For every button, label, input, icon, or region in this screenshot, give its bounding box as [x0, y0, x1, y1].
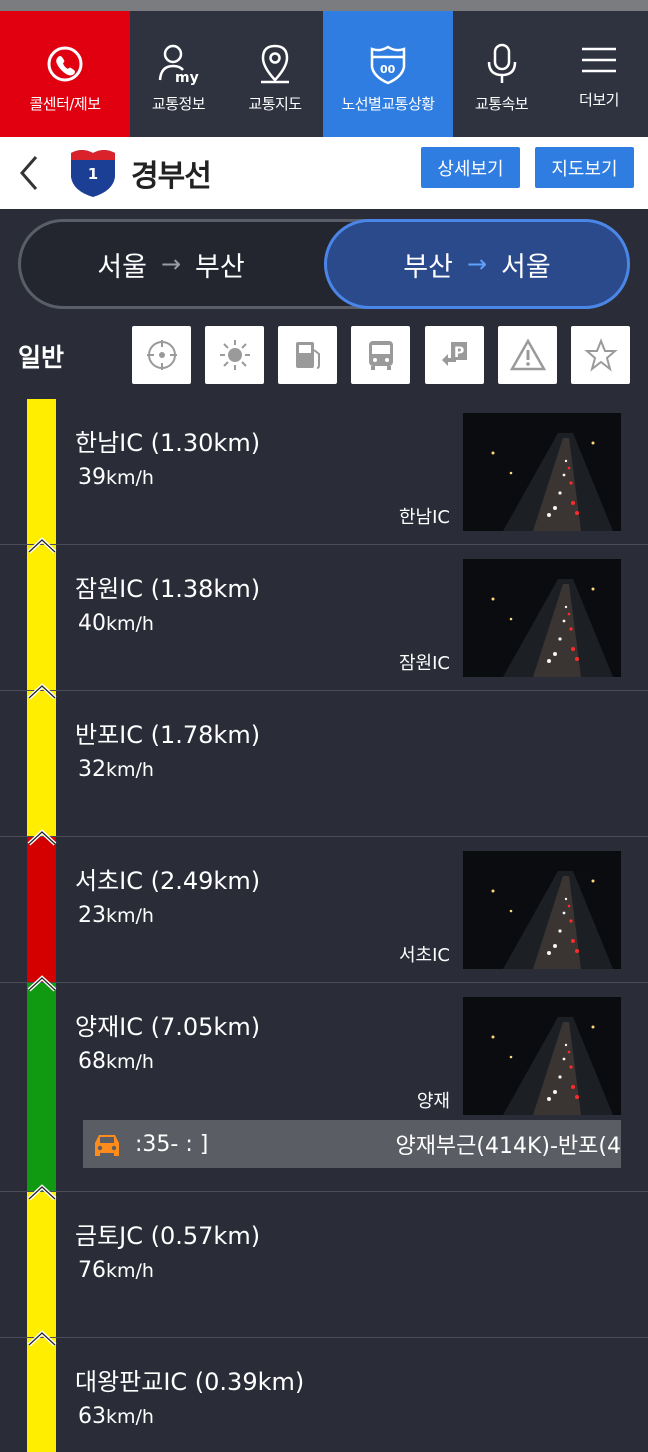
chevron-up-icon [27, 1184, 57, 1201]
incident-banner[interactable]: :35- : ] 양재부근(414K)-반포(4 [83, 1120, 621, 1168]
incident-time: :35- : ] [135, 1131, 209, 1157]
star-icon [583, 338, 618, 372]
cctv-thumbnail[interactable] [463, 851, 621, 969]
traffic-status-bar [27, 983, 56, 1191]
svg-text:00: 00 [380, 63, 396, 76]
cctv-thumbnail[interactable] [463, 997, 621, 1115]
warning-icon [509, 338, 546, 371]
back-arrow-icon[interactable] [14, 151, 44, 195]
status-bar [0, 0, 648, 11]
phone-icon [46, 39, 84, 89]
cctv-thumbnail[interactable] [463, 413, 621, 531]
segment-row[interactable]: 양재IC (7.05km) 68km/h 양재 :35- : ] 양재부근(414K)-… [0, 983, 648, 1201]
location-filter-button[interactable] [132, 326, 191, 384]
cctv-label: 한남IC [399, 507, 450, 528]
segment-name: 대왕판교IC (0.39km) [75, 1368, 305, 1396]
cctv-label: 서초IC [399, 945, 450, 966]
favorite-filter-button[interactable] [571, 326, 630, 384]
weather-sun-icon [219, 340, 250, 370]
cctv-label: 양재 [416, 1091, 450, 1112]
location-target-icon [146, 340, 177, 370]
nav-more[interactable]: 더보기 [550, 11, 648, 137]
map-pin-icon [255, 39, 295, 89]
traffic-status-bar [27, 1192, 56, 1337]
chevron-up-icon [27, 1330, 57, 1347]
segment-row[interactable]: 금토JC (0.57km) 76km/h [0, 1192, 648, 1347]
chevron-up-icon [27, 975, 57, 992]
segment-speed: 40km/h [78, 611, 154, 636]
traffic-status-bar [27, 545, 56, 690]
car-icon [95, 1135, 119, 1156]
segment-speed: 63km/h [78, 1404, 154, 1429]
weather-filter-button[interactable] [205, 326, 264, 384]
nav-route-traffic[interactable]: 00 노선별교통상황 [323, 11, 453, 137]
direction-busan-seoul[interactable]: 부산 → 서울 [324, 219, 630, 309]
segment-row[interactable]: 한남IC (1.30km) 39km/h 한남IC [0, 399, 648, 554]
segment-row[interactable]: 서초IC (2.49km) 23km/h 서초IC [0, 837, 648, 992]
route-header: 1 경부선 상세보기 지도보기 [0, 137, 648, 209]
segment-speed: 32km/h [78, 757, 154, 782]
segment-name: 한남IC (1.30km) [75, 429, 261, 457]
segment-speed: 23km/h [78, 903, 154, 928]
segment-list: 한남IC (1.30km) 39km/h 한남IC 잠원IC (1.38km) 40km… [0, 399, 648, 1452]
cctv-label: 잠원IC [399, 653, 450, 674]
chevron-up-icon [27, 829, 57, 846]
traffic-status-bar [27, 1338, 56, 1452]
svg-text:my: my [175, 70, 199, 86]
segment-row[interactable]: 대왕판교IC (0.39km) 63km/h [0, 1338, 648, 1452]
bus-icon [368, 341, 393, 370]
bus-filter-button[interactable] [351, 326, 410, 384]
warning-filter-button[interactable] [498, 326, 557, 384]
microphone-icon [484, 39, 520, 89]
segment-name: 서초IC (2.49km) [75, 867, 261, 895]
cctv-thumbnail[interactable] [463, 559, 621, 677]
segment-name: 금토JC (0.57km) [75, 1222, 261, 1250]
gas-station-icon [295, 342, 320, 369]
parking-filter-button[interactable]: P [425, 326, 484, 384]
filter-label: 일반 [18, 343, 65, 372]
gas-station-filter-button[interactable] [278, 326, 337, 384]
route-number: 1 [87, 165, 99, 183]
chevron-up-icon [27, 537, 57, 554]
detail-view-button[interactable]: 상세보기 [421, 147, 520, 188]
traffic-status-bar [27, 399, 56, 544]
nav-callcenter[interactable]: 콜센터/제보 [0, 11, 130, 137]
traffic-status-bar [27, 837, 56, 982]
traffic-status-bar [27, 691, 56, 836]
chevron-up-icon [27, 683, 57, 700]
segment-speed: 76km/h [78, 1258, 154, 1283]
nav-traffic-map[interactable]: 교통지도 [227, 11, 323, 137]
top-nav: 콜센터/제보 my 교통정보 교통지도 00 노선별교통상황 교통속보 더보기 [0, 11, 648, 137]
direction-seoul-busan[interactable]: 서울 → 부산 [21, 222, 321, 306]
direction-toggle: 서울 → 부산 부산 → 서울 [18, 219, 630, 309]
nav-traffic-news[interactable]: 교통속보 [453, 11, 550, 137]
segment-speed: 39km/h [78, 465, 154, 490]
menu-icon [579, 35, 619, 85]
highway-shield-icon: 00 [367, 39, 409, 89]
arrow-right-icon: → [160, 250, 182, 278]
segment-speed: 68km/h [78, 1049, 154, 1074]
map-view-button[interactable]: 지도보기 [535, 147, 634, 188]
segment-row[interactable]: 잠원IC (1.38km) 40km/h 잠원IC [0, 545, 648, 700]
route-title: 경부선 [131, 159, 212, 194]
segment-row[interactable]: 반포IC (1.78km) 32km/h [0, 691, 648, 846]
my-user-icon: my [157, 39, 201, 89]
incident-text: 양재부근(414K)-반포(4 [395, 1134, 621, 1159]
nav-traffic-info[interactable]: my 교통정보 [130, 11, 227, 137]
parking-icon: P [441, 342, 467, 366]
segment-name: 양재IC (7.05km) [75, 1013, 261, 1041]
arrow-right-icon: → [466, 250, 488, 278]
segment-name: 잠원IC (1.38km) [75, 575, 261, 603]
segment-name: 반포IC (1.78km) [75, 721, 261, 749]
